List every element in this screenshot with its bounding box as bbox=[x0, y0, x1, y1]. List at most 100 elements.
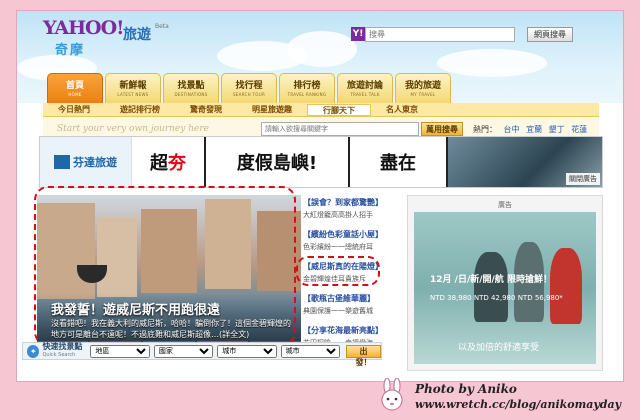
headline-title: 【誤會？到家都驚艷】 bbox=[303, 198, 383, 207]
top-search-input[interactable] bbox=[365, 26, 515, 42]
ad-label: 廣告 bbox=[498, 201, 512, 209]
headline-item[interactable]: 【誤會？到家都驚艷】 大紅燈籠高高掛人招手 bbox=[303, 197, 395, 220]
popular-keywords: 熱門： 台中 宜蘭 墾丁 花蓮 bbox=[473, 124, 587, 135]
top-search-bar: Y! 網頁搜尋 bbox=[351, 26, 615, 42]
photo-credit: Photo by Aniko bbox=[415, 382, 517, 396]
beta-badge: Beta bbox=[155, 23, 169, 30]
section-title[interactable]: 旅遊 bbox=[123, 24, 151, 44]
subnav-discoveries[interactable]: 驚奇發現 bbox=[175, 104, 237, 115]
site-header: YAHOO! 奇摩 旅遊 Beta Y! 網頁搜尋 首頁HOME 新鮮報LATE… bbox=[17, 11, 623, 103]
tab-sub: DESTINATIONS bbox=[174, 92, 208, 97]
headline-list: 【誤會？到家都驚艷】 大紅燈籠高高掛人招手 【繽紛色彩童話小屋】 色彩繽紛一一總統府… bbox=[301, 195, 397, 351]
close-ad-button[interactable]: 關閉廣告 bbox=[566, 173, 600, 185]
universal-search-button[interactable]: 萬用搜尋 bbox=[421, 122, 463, 136]
building-shape bbox=[257, 211, 301, 291]
yahoo-y-icon: Y! bbox=[351, 27, 365, 41]
headline-item[interactable]: 【繽紛色彩童話小屋】 色彩繽紛一一總統府耳 bbox=[303, 229, 395, 252]
quick-search-sub: Quick Search bbox=[42, 352, 76, 358]
tab-label: 新鮮報 bbox=[119, 81, 147, 91]
banner-cell: 超夯 bbox=[132, 137, 206, 187]
featured-title[interactable]: 我發誓！遊威尼斯不用跑很遠 bbox=[51, 299, 220, 318]
headline-sub: 典園保護一一樂遊舊城 bbox=[303, 307, 373, 315]
tab-label: 首頁 bbox=[65, 81, 84, 91]
ad-image: 12月 /日/新/開/航 限時搶鮮！ NTD 38,980 NTD 42,980… bbox=[414, 212, 596, 364]
subnav-walk-the-world[interactable]: 行腳天下 bbox=[307, 103, 371, 116]
go-button[interactable]: 出發！ bbox=[346, 344, 382, 367]
popular-label: 熱門： bbox=[473, 124, 497, 134]
headline-item[interactable]: 【歌瓶古堡維華麗】 典園保護一一樂遊舊城 bbox=[303, 293, 395, 316]
ad-tagline: 以及加倍的舒適享受 bbox=[458, 343, 540, 353]
tab-my-travel[interactable]: 我的旅遊 MY TRAVEL bbox=[395, 73, 451, 103]
banner-text: 超 bbox=[150, 153, 168, 174]
subnav-celebrity-travel[interactable]: 明星旅遊趣 bbox=[237, 104, 307, 115]
tab-label: 找景點 bbox=[177, 81, 205, 91]
tab-sub: TRAVEL RANKING bbox=[287, 92, 327, 97]
quick-search-label: 快速找景點 Quick Search bbox=[42, 343, 86, 359]
subnav-travelogue-ranking[interactable]: 遊記排行榜 bbox=[105, 104, 175, 115]
banner-brand-name: 芬達旅遊 bbox=[73, 156, 117, 169]
tab-sub: SEARCH TOUR bbox=[232, 92, 266, 97]
travel-search-input[interactable] bbox=[261, 122, 419, 136]
search-hint: Start your very own journey here bbox=[57, 124, 209, 134]
yahoo-logo-sub: 奇摩 bbox=[55, 43, 86, 58]
quick-search-bar: ✦ 快速找景點 Quick Search 地區 國家 城市 城市 出發！ bbox=[22, 342, 382, 367]
city-select-2[interactable]: 城市 bbox=[280, 344, 341, 358]
featured-summary: 沒看錯吧！我在義大利的威尼斯，哈哈！騙倒你了！這個金碧輝煌的地方可是離台不遠呢！… bbox=[51, 319, 291, 339]
person-shape bbox=[474, 252, 508, 322]
tab-sub: LATEST NEWS bbox=[117, 92, 149, 97]
tab-label: 找行程 bbox=[235, 81, 263, 91]
ad-prices: NTD 38,980 NTD 42,980 NTD 56,980* bbox=[430, 294, 563, 302]
headline-sub: 金碧輝煌佳耳貴族斥 bbox=[303, 275, 366, 283]
headline-item[interactable]: 【威尼斯真的在陽燈】 金碧輝煌佳耳貴族斥 bbox=[303, 261, 395, 284]
tab-sub: MY TRAVEL bbox=[410, 92, 436, 97]
web-search-button[interactable]: 網頁搜尋 bbox=[527, 26, 573, 42]
browser-frame: YAHOO! 奇摩 旅遊 Beta Y! 網頁搜尋 首頁HOME 新鮮報LATE… bbox=[16, 10, 624, 382]
popular-link[interactable]: 花蓮 bbox=[571, 125, 587, 134]
banner-cell: 盡在 bbox=[350, 137, 448, 187]
tab-label: 旅遊討論 bbox=[346, 81, 383, 91]
headline-title: 【威尼斯真的在陽燈】 bbox=[303, 262, 383, 271]
headline-sub: 大紅燈籠高高掛人招手 bbox=[303, 211, 373, 219]
tab-sub: TRAVEL TALK bbox=[350, 92, 380, 97]
tab-ranking[interactable]: 排行榜 TRAVEL RANKING bbox=[279, 73, 335, 103]
region-select[interactable]: 地區 bbox=[90, 344, 150, 358]
banner-cell: 度假島嶼! bbox=[206, 137, 350, 187]
featured-story[interactable]: 我發誓！遊威尼斯不用跑很遠 沒看錯吧！我在義大利的威尼斯，哈哈！騙倒你了！這個金… bbox=[37, 195, 301, 349]
country-select[interactable]: 國家 bbox=[153, 344, 214, 358]
ad-banner[interactable]: 芬達旅遊 超夯 度假島嶼! 盡在 關閉廣告 bbox=[39, 136, 603, 188]
popular-link[interactable]: 墾丁 bbox=[549, 125, 565, 134]
city-select[interactable]: 城市 bbox=[217, 344, 277, 358]
quick-search-title: 快速找景點 bbox=[42, 342, 83, 351]
banner-brand: 芬達旅遊 bbox=[40, 137, 132, 187]
popular-link[interactable]: 台中 bbox=[504, 125, 520, 134]
tab-latest-news[interactable]: 新鮮報 LATEST NEWS bbox=[105, 73, 161, 103]
banner-photo: 關閉廣告 bbox=[448, 137, 602, 187]
main-tabs: 首頁 HOME 新鮮報 LATEST NEWS 找景點 DESTINATIONS 找行… bbox=[47, 73, 453, 103]
banner-text-red: 夯 bbox=[168, 153, 186, 174]
building-shape bbox=[37, 203, 95, 299]
side-ad[interactable]: 廣告 12月 /日/新/開/航 限時搶鮮！ NTD 38,980 NTD 42,… bbox=[407, 195, 603, 371]
headline-title: 【歌瓶古堡維華麗】 bbox=[303, 294, 375, 303]
tab-sub: HOME bbox=[68, 92, 82, 97]
headline-title: 【繽紛色彩童話小屋】 bbox=[303, 230, 383, 239]
tab-label: 我的旅遊 bbox=[404, 81, 441, 91]
headline-title: 【分享花海最新亮點】 bbox=[303, 326, 383, 335]
building-shape bbox=[141, 209, 197, 293]
brand-mark-icon bbox=[54, 155, 70, 169]
compass-icon: ✦ bbox=[27, 344, 40, 358]
subnav-today-hot[interactable]: 今日熱門 bbox=[43, 104, 105, 115]
bunny-mascot-icon bbox=[381, 378, 403, 411]
subnav-celebrity-tokyo[interactable]: 名人東京 bbox=[371, 104, 433, 115]
popular-link[interactable]: 宜蘭 bbox=[526, 125, 542, 134]
ad-headline: 12月 /日/新/開/航 限時搶鮮！ bbox=[430, 275, 552, 285]
building-shape bbox=[97, 217, 137, 297]
tab-home[interactable]: 首頁 HOME bbox=[47, 73, 103, 103]
sub-navigation: 今日熱門 遊記排行榜 驚奇發現 明星旅遊趣 行腳天下 名人東京 bbox=[43, 103, 599, 117]
yahoo-logo[interactable]: YAHOO! bbox=[43, 17, 124, 39]
photo-credit-url: www.wretch.cc/blog/anikomayday bbox=[415, 398, 621, 411]
tab-travel-talk[interactable]: 旅遊討論 TRAVEL TALK bbox=[337, 73, 393, 103]
tab-destinations[interactable]: 找景點 DESTINATIONS bbox=[163, 73, 219, 103]
headline-sub: 色彩繽紛一一總統府耳 bbox=[303, 243, 373, 251]
tab-search-tour[interactable]: 找行程 SEARCH TOUR bbox=[221, 73, 277, 103]
tab-label: 排行榜 bbox=[293, 81, 321, 91]
